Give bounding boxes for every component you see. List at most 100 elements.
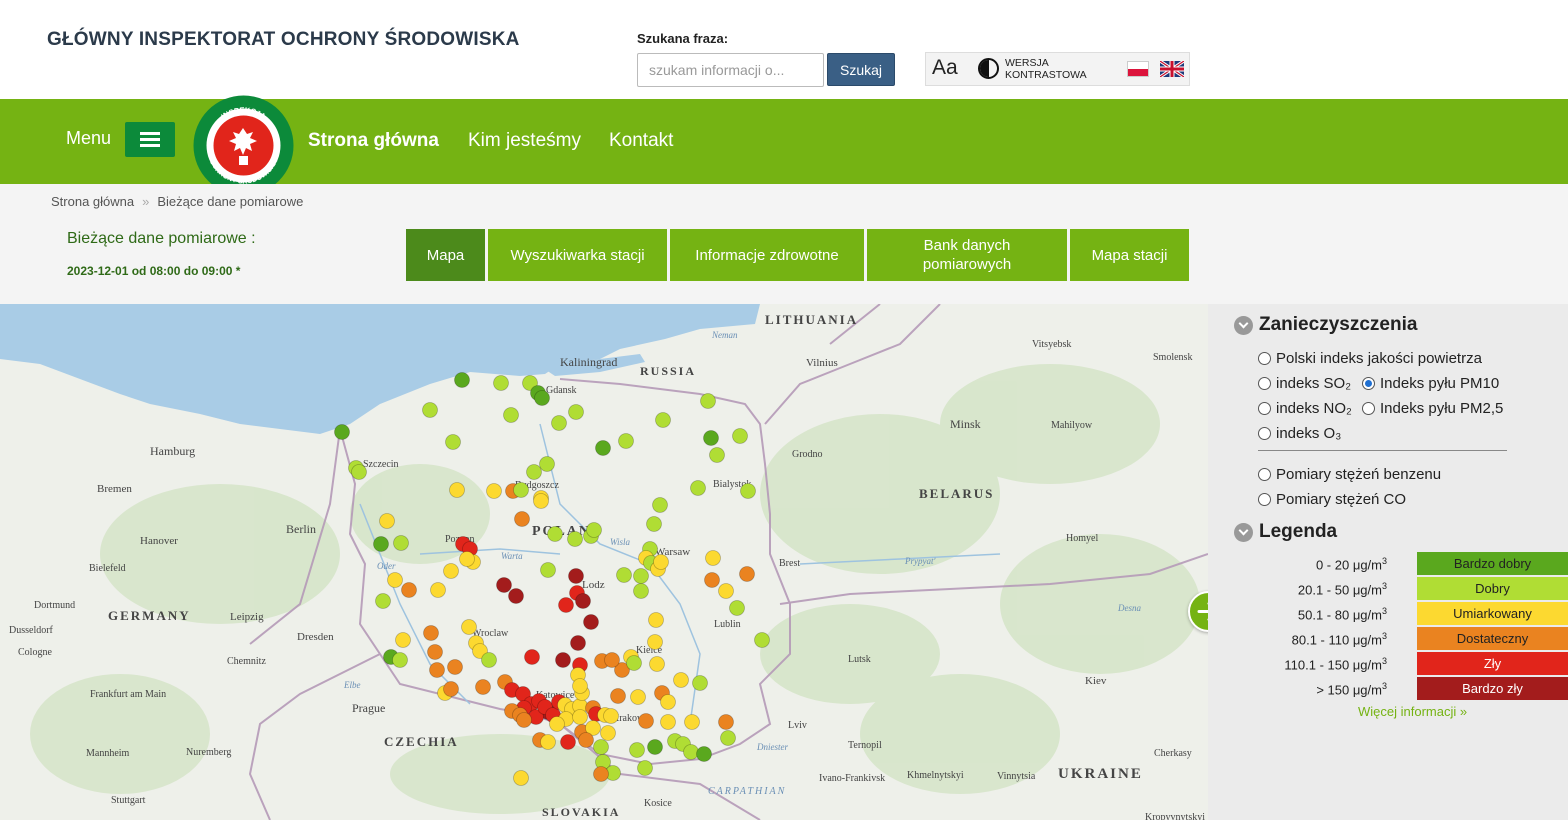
station-marker[interactable] [653,554,669,570]
station-marker[interactable] [646,516,662,532]
tab-station-search[interactable]: Wyszukiwarka stacji [488,229,667,281]
station-marker[interactable] [475,679,491,695]
station-marker[interactable] [729,600,745,616]
hamburger-menu-button[interactable] [125,122,175,157]
menu-label[interactable]: Menu [66,128,111,149]
station-marker[interactable] [739,566,755,582]
station-marker[interactable] [334,424,350,440]
station-marker[interactable] [593,739,609,755]
station-marker[interactable] [427,644,443,660]
station-marker[interactable] [720,730,736,746]
station-marker[interactable] [555,652,571,668]
station-marker[interactable] [603,708,619,724]
station-marker[interactable] [703,430,719,446]
station-marker[interactable] [692,675,708,691]
station-marker[interactable] [633,583,649,599]
station-marker[interactable] [649,656,665,672]
station-marker[interactable] [401,582,417,598]
breadcrumb-home[interactable]: Strona główna [51,194,134,209]
font-size-button[interactable]: Aa [932,56,958,80]
tab-data-bank[interactable]: Bank danych pomiarowych [867,229,1067,281]
search-button[interactable]: Szukaj [827,53,895,86]
station-marker[interactable] [443,681,459,697]
station-marker[interactable] [616,567,632,583]
station-marker[interactable] [618,433,634,449]
radio-o3[interactable]: indeks O₃ [1258,425,1341,442]
radio-pm10[interactable]: Indeks pyłu PM10 [1362,375,1499,392]
station-marker[interactable] [567,531,583,547]
station-marker[interactable] [600,725,616,741]
station-marker[interactable] [379,513,395,529]
station-marker[interactable] [486,483,502,499]
station-marker[interactable] [604,652,620,668]
legend-section-header[interactable]: Legenda [1234,521,1337,543]
station-marker[interactable] [705,550,721,566]
station-marker[interactable] [684,714,700,730]
station-marker[interactable] [660,694,676,710]
english-flag-icon[interactable] [1160,61,1184,77]
station-marker[interactable] [718,583,734,599]
station-marker[interactable] [709,447,725,463]
nav-link-home[interactable]: Strona główna [308,130,439,152]
contrast-label[interactable]: WERSJA KONTRASTOWA [1005,57,1095,81]
station-marker[interactable] [503,407,519,423]
station-marker[interactable] [610,688,626,704]
station-marker[interactable] [423,625,439,641]
station-marker[interactable] [516,712,532,728]
station-marker[interactable] [638,713,654,729]
map-canvas[interactable]: LITHUANIA Neman Kaliningrad RUSSIA Vilnius Vi… [0,304,1208,820]
station-marker[interactable] [514,511,530,527]
radio-co[interactable]: Pomiary stężeń CO [1258,491,1406,508]
station-marker[interactable] [626,655,642,671]
station-marker[interactable] [568,404,584,420]
station-marker[interactable] [459,551,475,567]
station-marker[interactable] [754,632,770,648]
station-marker[interactable] [443,563,459,579]
tab-station-map[interactable]: Mapa stacji [1070,229,1189,281]
station-marker[interactable] [655,412,671,428]
station-marker[interactable] [647,634,663,650]
station-marker[interactable] [533,493,549,509]
nav-link-contact[interactable]: Kontakt [609,130,673,152]
polish-flag-icon[interactable] [1127,61,1149,77]
station-marker[interactable] [583,614,599,630]
station-marker[interactable] [551,415,567,431]
station-marker[interactable] [524,649,540,665]
station-marker[interactable] [508,588,524,604]
station-marker[interactable] [578,732,594,748]
station-marker[interactable] [637,760,653,776]
station-marker[interactable] [493,375,509,391]
station-marker[interactable] [652,497,668,513]
station-marker[interactable] [449,482,465,498]
station-marker[interactable] [373,536,389,552]
station-marker[interactable] [540,562,556,578]
station-marker[interactable] [629,742,645,758]
radio-so2[interactable]: indeks SO₂ [1258,375,1351,392]
station-marker[interactable] [481,652,497,668]
station-marker[interactable] [395,632,411,648]
station-marker[interactable] [673,672,689,688]
station-marker[interactable] [570,635,586,651]
nav-link-about[interactable]: Kim jesteśmy [468,130,581,152]
station-marker[interactable] [393,535,409,551]
station-marker[interactable] [647,739,663,755]
contrast-icon[interactable] [978,58,999,79]
tab-health-info[interactable]: Informacje zdrowotne [670,229,864,281]
station-marker[interactable] [387,572,403,588]
site-title[interactable]: GŁÓWNY INSPEKTORAT OCHRONY ŚRODOWISKA [47,29,520,51]
radio-aqi[interactable]: Polski indeks jakości powietrza [1258,350,1482,367]
station-marker[interactable] [696,746,712,762]
station-marker[interactable] [429,662,445,678]
station-marker[interactable] [572,678,588,694]
station-marker[interactable] [633,568,649,584]
station-marker[interactable] [534,390,550,406]
station-marker[interactable] [539,456,555,472]
station-marker[interactable] [718,714,734,730]
station-marker[interactable] [568,568,584,584]
station-marker[interactable] [445,434,461,450]
station-marker[interactable] [575,593,591,609]
station-marker[interactable] [422,402,438,418]
station-marker[interactable] [630,689,646,705]
station-marker[interactable] [513,482,529,498]
station-marker[interactable] [690,480,706,496]
